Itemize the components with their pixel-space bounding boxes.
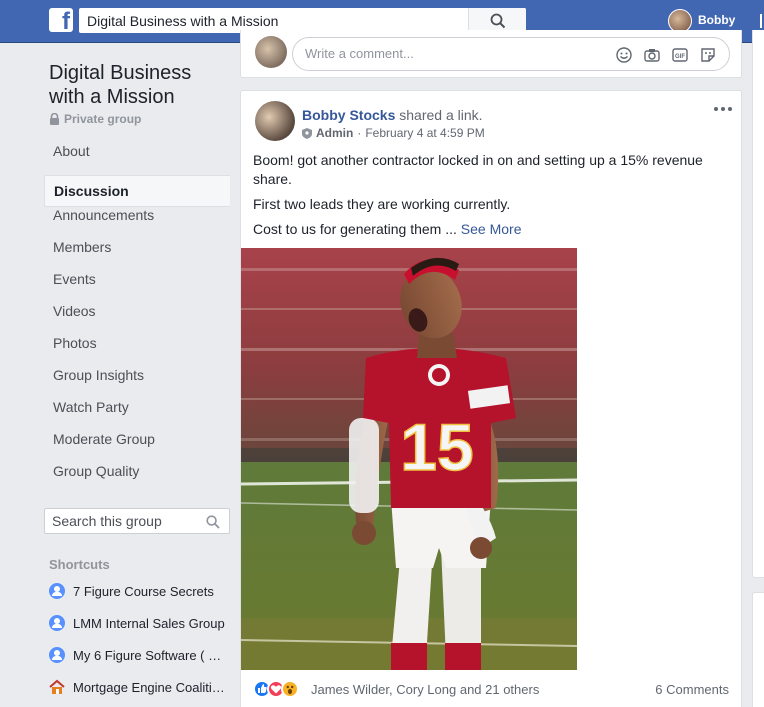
avatar[interactable] [255,101,295,141]
right-column-panel [752,30,764,578]
nav-announcements[interactable]: Announcements [44,207,230,239]
nav-moderate-group[interactable]: Moderate Group [44,431,230,463]
group-search-input[interactable] [52,513,197,529]
post-body: Boom! got another contractor locked in o… [253,151,729,245]
group-icon [49,647,65,663]
post-action-text: shared a link. [395,107,483,123]
nav-members[interactable]: Members [44,239,230,271]
admin-badge-icon [302,127,312,139]
shortcut-label[interactable]: 7 Figure Course Secrets [73,584,214,599]
facebook-logo-icon[interactable]: f [49,8,73,34]
post-image[interactable]: 15 [241,248,577,670]
group-icon [49,615,65,631]
gif-icon[interactable]: GIF [671,46,689,64]
privacy-label: Private group [64,112,142,126]
comment-composer-card: GIF [240,30,742,78]
sticker-icon[interactable] [699,46,717,64]
post-author-link[interactable]: Bobby Stocks [302,107,395,123]
shortcut-item[interactable]: Mortgage Engine Coaliti… [49,677,229,697]
shortcuts-heading: Shortcuts [49,557,110,572]
right-column-panel [752,592,764,707]
shortcut-item[interactable]: 7 Figure Course Secrets [49,581,229,601]
jersey-number: 15 [400,410,473,484]
shortcut-label[interactable]: My 6 Figure Software ( … [73,648,221,663]
reactions-names[interactable]: James Wilder, Cory Long and 21 others [311,682,539,697]
reaction-icons[interactable] [253,680,309,698]
search-icon [490,13,506,29]
avatar[interactable] [255,36,287,68]
divider [760,14,762,28]
post-paragraph: Boom! got another contractor locked in o… [253,152,703,187]
football-player-image: 15 [241,248,577,670]
emoji-icon[interactable] [615,46,633,64]
more-dots-icon [714,107,718,111]
admin-label: Admin [316,126,354,140]
comments-count-link[interactable]: 6 Comments [655,682,729,697]
search-icon[interactable] [206,515,220,529]
feed-post: Bobby Stocks shared a link. Admin · Febr… [240,90,742,707]
post-paragraph: First two leads they are working current… [253,196,511,212]
shortcut-label[interactable]: LMM Internal Sales Group [73,616,225,631]
reactions-bar: James Wilder, Cory Long and 21 others 6 … [253,679,729,699]
nav-events[interactable]: Events [44,271,230,303]
post-paragraph: Cost to us for generating them ... See M… [253,220,729,239]
shortcut-label[interactable]: Mortgage Engine Coaliti… [73,680,225,695]
post-meta: Admin · February 4 at 4:59 PM [302,126,485,140]
nav-videos[interactable]: Videos [44,303,230,335]
group-privacy: Private group [49,112,141,126]
nav-group-insights[interactable]: Group Insights [44,367,230,399]
global-search-input[interactable] [87,11,467,30]
nav-about[interactable]: About [44,143,230,175]
group-search-box[interactable] [44,508,230,534]
separator: · [357,126,362,140]
svg-text:GIF: GIF [675,54,685,60]
wow-reaction-icon [281,680,299,698]
camera-icon[interactable] [643,46,661,64]
post-header: Bobby Stocks shared a link. [302,107,483,123]
comment-tools: GIF [615,46,717,64]
group-icon [49,583,65,599]
group-title[interactable]: Digital Business with a Mission [49,61,229,109]
lock-icon [50,113,59,125]
profile-name[interactable]: Bobby [698,13,735,27]
post-options-button[interactable] [713,101,733,117]
nav-group-quality[interactable]: Group Quality [44,463,230,495]
comment-input[interactable] [305,46,595,61]
nav-watch-party[interactable]: Watch Party [44,399,230,431]
shortcut-item[interactable]: My 6 Figure Software ( … [49,645,229,665]
post-timestamp[interactable]: February 4 at 4:59 PM [365,126,484,140]
nav-photos[interactable]: Photos [44,335,230,367]
shortcut-item[interactable]: LMM Internal Sales Group [49,613,229,633]
home-icon [49,679,65,694]
post-last-line: Cost to us for generating them ... [253,221,461,237]
nav-discussion[interactable]: Discussion [44,175,230,207]
group-navigation: About Discussion Announcements Members E… [44,143,230,495]
comment-input-box[interactable]: GIF [292,37,730,71]
see-more-link[interactable]: See More [461,221,522,237]
